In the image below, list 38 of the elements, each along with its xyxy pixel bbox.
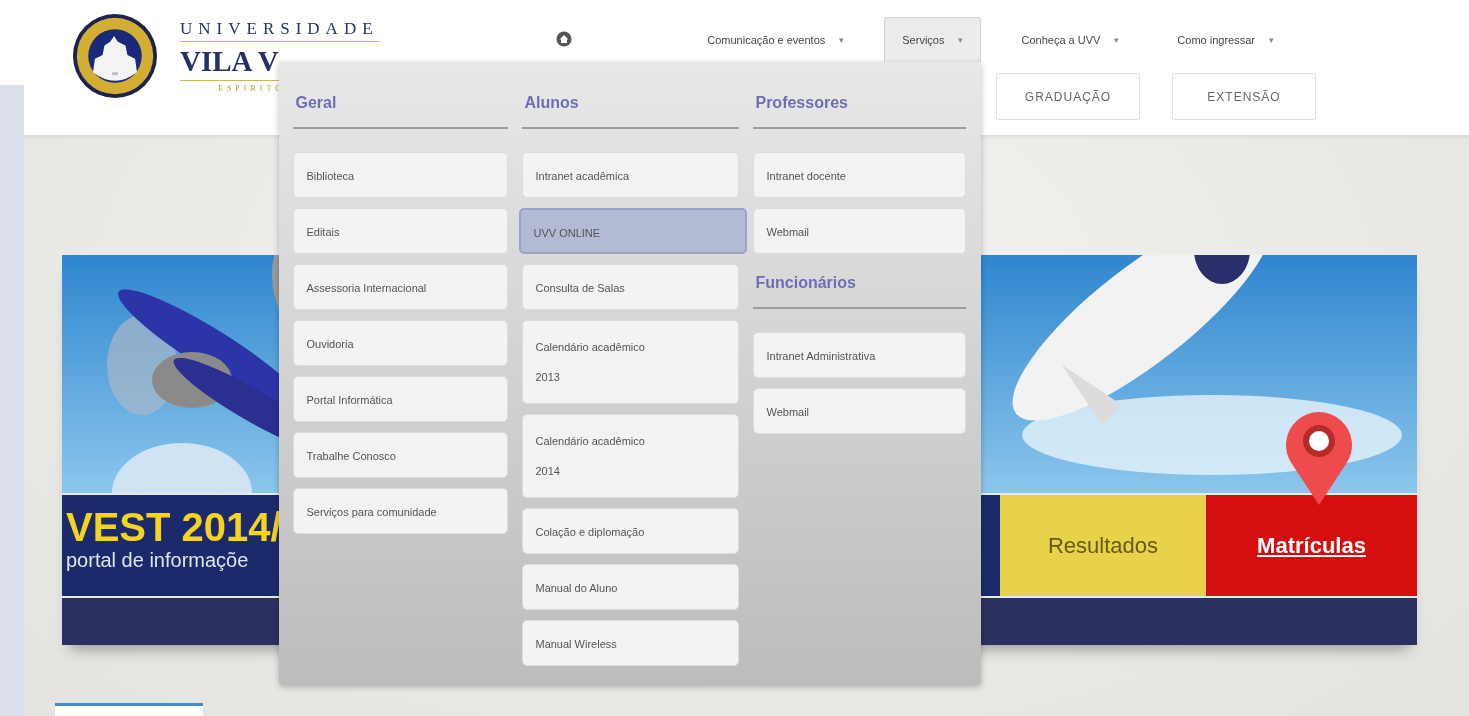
menu-item[interactable]: Colação e diplomação bbox=[522, 508, 740, 554]
nav-tab[interactable]: Comunicação e eventos ▾ bbox=[689, 17, 863, 62]
menu-item[interactable]: Webmail bbox=[753, 388, 967, 434]
menu-item[interactable]: Intranet acadêmica bbox=[522, 152, 740, 198]
section-heading: Alunos bbox=[522, 93, 740, 129]
banner-link[interactable]: Matrículas bbox=[1206, 495, 1417, 596]
menu-item[interactable]: Manual do Aluno bbox=[522, 564, 740, 610]
nav-tab[interactable]: Como ingressar ▾ bbox=[1159, 17, 1292, 62]
menu-item[interactable]: Webmail bbox=[753, 208, 967, 254]
banner-headline: VEST 2014/ bbox=[66, 505, 282, 549]
menu-item[interactable]: Intranet docente bbox=[753, 152, 967, 198]
section-heading: Geral bbox=[293, 93, 509, 129]
menu-item[interactable]: Serviços para comunidade bbox=[293, 488, 509, 534]
menu-item[interactable]: Assessoria Internacional bbox=[293, 264, 509, 310]
menu-item[interactable]: Calendário acadêmico 2014 bbox=[522, 414, 740, 498]
section-heading: Funcionários bbox=[753, 273, 967, 309]
menu-item[interactable]: Calendário acadêmico 2013 bbox=[522, 320, 740, 404]
home-icon[interactable] bbox=[556, 31, 572, 47]
university-name: VILA V bbox=[180, 42, 279, 81]
section-heading: Professores bbox=[753, 93, 967, 129]
banner-link[interactable]: Resultados bbox=[1000, 495, 1206, 596]
nav-button[interactable]: GRADUAÇÃO bbox=[996, 73, 1140, 120]
nav-button[interactable]: EXTENSÃO bbox=[1172, 73, 1316, 120]
menu-item[interactable]: Intranet Administrativa bbox=[753, 332, 967, 378]
menu-item[interactable]: Ouvidoria bbox=[293, 320, 509, 366]
university-name: UNIVERSIDADE bbox=[180, 19, 379, 42]
nav-tab[interactable]: Conheça a UVV ▾ bbox=[1003, 17, 1138, 62]
menu-item[interactable]: UVV ONLINE bbox=[519, 208, 748, 254]
banner-subtitle: portal de informaçõe bbox=[66, 549, 249, 572]
seal-logo[interactable] bbox=[72, 13, 158, 99]
menu-item[interactable]: Consulta de Salas bbox=[522, 264, 740, 310]
menu-item[interactable]: Trabalhe Conosco bbox=[293, 432, 509, 478]
menu-item[interactable]: Biblioteca bbox=[293, 152, 509, 198]
menu-item[interactable]: Portal Informática bbox=[293, 376, 509, 422]
state-name: ESPIRITO bbox=[218, 84, 286, 93]
menu-item[interactable]: Manual Wireless bbox=[522, 620, 740, 666]
menu-item[interactable]: Editais bbox=[293, 208, 509, 254]
nav-tab[interactable]: Serviços ▾ bbox=[884, 17, 982, 62]
